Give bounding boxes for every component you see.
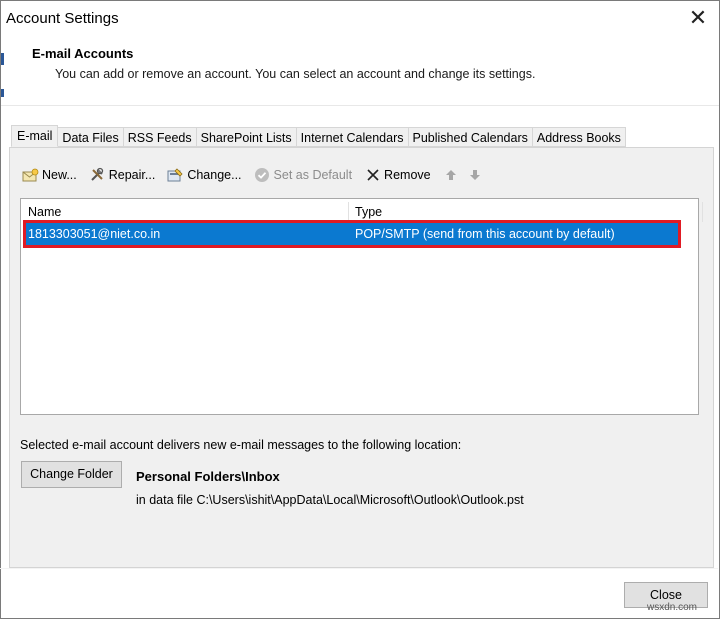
- annotation-highlight-box: [23, 220, 681, 248]
- set-as-default-label: Set as Default: [273, 168, 353, 182]
- account-toolbar: New... Repair... Change... Set as Defaul…: [22, 166, 491, 184]
- folder-path: in data file C:\Users\ishit\AppData\Loca…: [136, 493, 524, 507]
- section-description: You can add or remove an account. You ca…: [55, 67, 536, 81]
- tab-rss-feeds[interactable]: RSS Feeds: [123, 127, 197, 147]
- window-title: Account Settings: [6, 10, 119, 27]
- delivery-location-text: Selected e-mail account delivers new e-m…: [20, 438, 462, 452]
- remove-button-label: Remove: [384, 168, 431, 182]
- new-button-label: New...: [42, 168, 77, 182]
- folder-name: Personal Folders\Inbox: [136, 469, 280, 484]
- left-edge-mark: [1, 89, 4, 97]
- repair-button[interactable]: Repair...: [89, 167, 156, 183]
- tab-email[interactable]: E-mail: [11, 125, 59, 147]
- tab-bar: E-mail Data Files RSS Feeds SharePoint L…: [11, 125, 626, 148]
- change-account-icon: [167, 167, 184, 183]
- change-folder-button[interactable]: Change Folder: [21, 461, 122, 488]
- remove-x-icon: [364, 167, 381, 183]
- header-divider: [1, 105, 719, 106]
- set-as-default-button[interactable]: Set as Default: [254, 167, 353, 183]
- tools-icon: [89, 167, 106, 183]
- remove-button[interactable]: Remove: [364, 167, 431, 183]
- tab-internet-calendars[interactable]: Internet Calendars: [296, 127, 409, 147]
- column-divider[interactable]: [348, 202, 349, 222]
- tab-published-calendars[interactable]: Published Calendars: [408, 127, 533, 147]
- new-account-icon: [22, 167, 39, 183]
- tab-data-files[interactable]: Data Files: [58, 127, 124, 147]
- new-button[interactable]: New...: [22, 167, 77, 183]
- tab-address-books[interactable]: Address Books: [532, 127, 626, 147]
- repair-button-label: Repair...: [108, 168, 156, 182]
- check-circle-icon: [254, 167, 271, 183]
- change-button[interactable]: Change...: [167, 167, 242, 183]
- left-edge-mark: [1, 53, 4, 65]
- change-button-label: Change...: [187, 168, 242, 182]
- footer-divider: [0, 568, 718, 569]
- watermark: wsxdn.com: [647, 602, 698, 613]
- column-header-type[interactable]: Type: [355, 199, 382, 221]
- section-heading: E-mail Accounts: [32, 46, 134, 61]
- column-header-name[interactable]: Name: [28, 199, 61, 221]
- tab-sharepoint-lists[interactable]: SharePoint Lists: [196, 127, 297, 147]
- close-icon[interactable]: ✕: [684, 4, 712, 32]
- column-divider[interactable]: [702, 202, 703, 222]
- move-up-icon[interactable]: [443, 167, 459, 183]
- move-down-icon[interactable]: [467, 167, 483, 183]
